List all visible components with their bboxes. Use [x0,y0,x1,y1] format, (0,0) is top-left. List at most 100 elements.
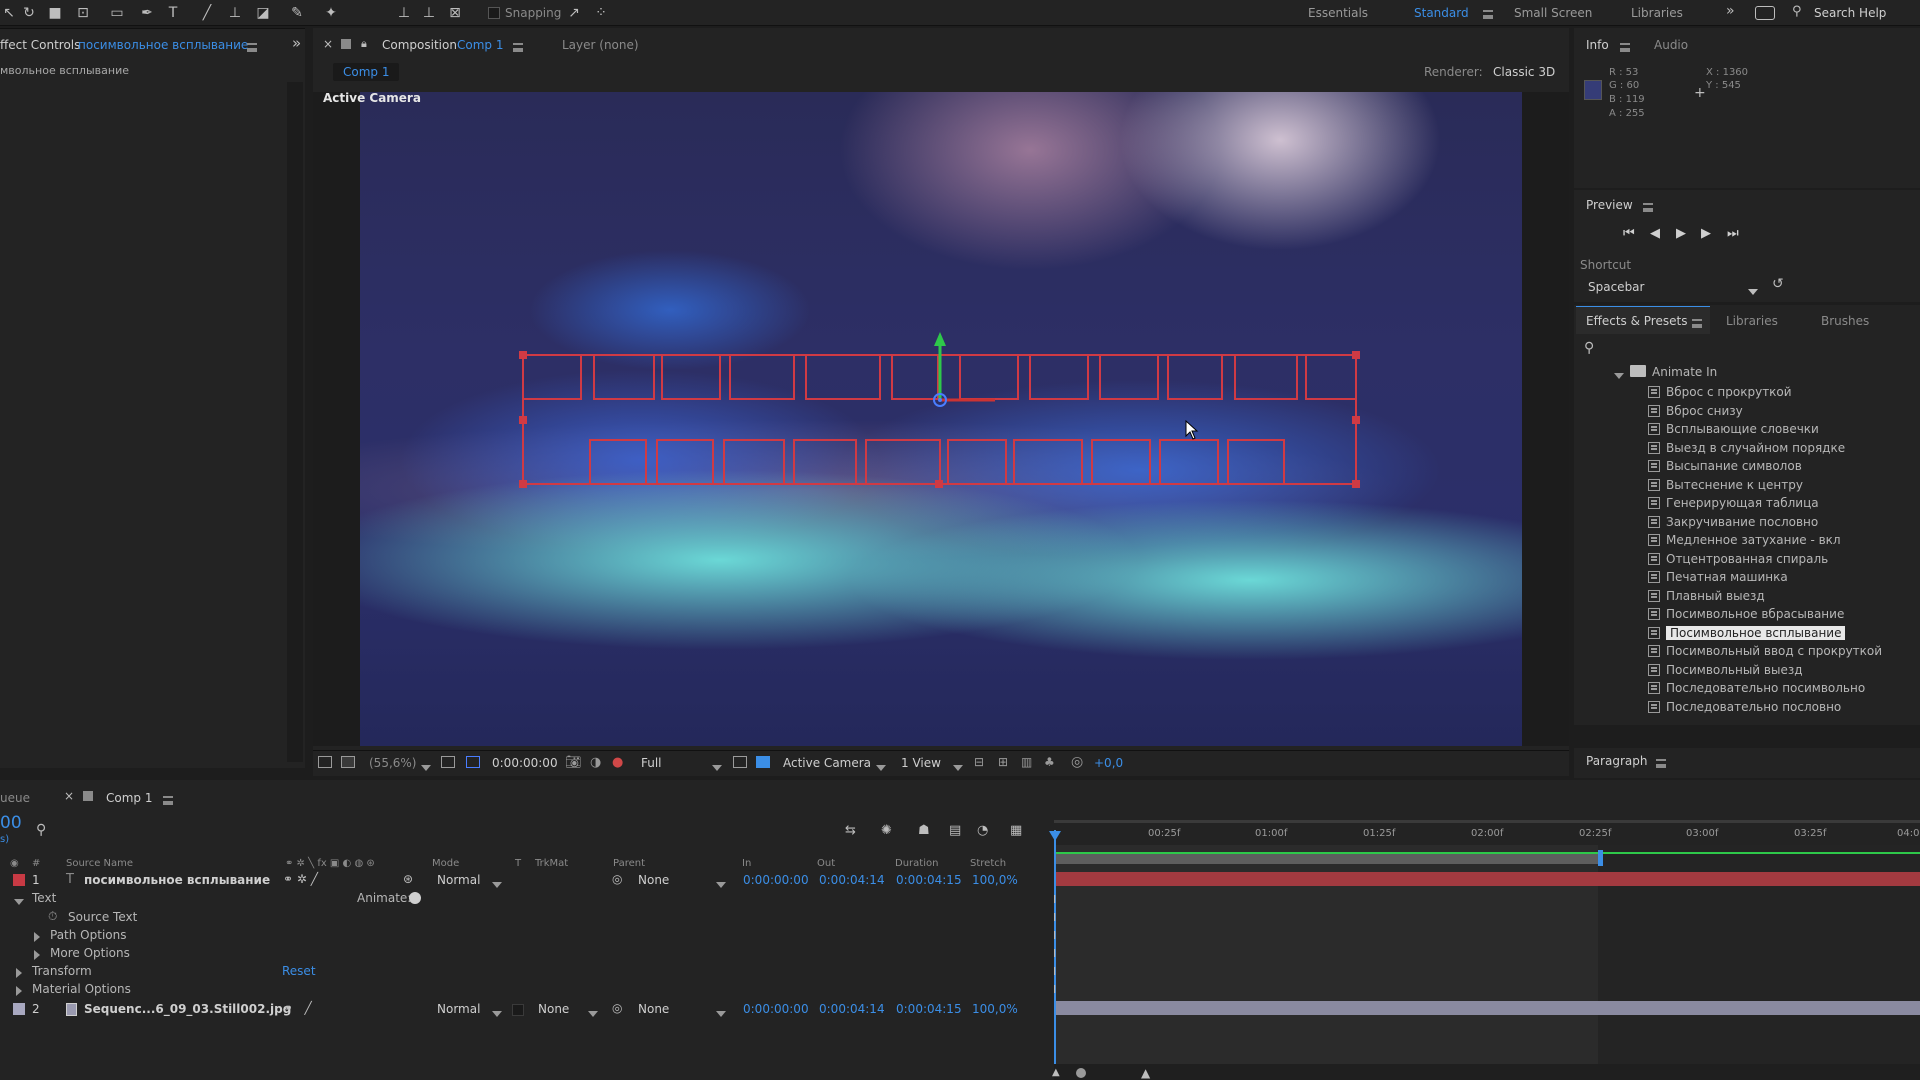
camera-view-dropdown[interactable]: Active Camera [783,756,871,770]
layer-1-parent-pickwhip-icon[interactable]: ◎ [612,872,622,886]
lock-icon[interactable]: 🔒︎ [361,37,367,51]
close-timeline-tab-icon[interactable]: × [64,789,74,803]
path-options-expand-icon[interactable] [34,931,40,945]
layer-2-preserve-transparency[interactable] [512,1004,524,1016]
search-icon[interactable]: ⚲ [1792,4,1802,19]
timeline-icon[interactable]: ▥ [1021,755,1032,769]
layer-2-duration-bar[interactable] [1056,1001,1920,1015]
view-layout-chevron-down-icon[interactable] [953,760,963,774]
workspace-small-screen[interactable]: Small Screen [1514,6,1592,20]
layer-2-trkmat-dropdown[interactable]: None [538,1002,569,1016]
effect-preset-item[interactable]: Генерирующая таблица [1648,495,1819,511]
snapping-checkbox[interactable] [488,7,500,19]
hide-shy-layers-icon[interactable]: ☗ [918,823,930,838]
more-workspaces-icon[interactable]: » [1726,3,1735,19]
transform-reset-link[interactable]: Reset [282,964,316,978]
layer-2-trkmat-chevron-icon[interactable] [588,1006,598,1020]
brushes-tab[interactable]: Brushes [1821,314,1869,328]
color-channels-icon[interactable]: ● [612,755,623,770]
layer-1-parent-chevron-icon[interactable] [716,877,726,891]
sync-settings-icon[interactable] [1755,6,1775,20]
layer-1-duration[interactable]: 0:00:04:15 [896,873,962,887]
roto-brush-tool-icon[interactable]: ✎ [288,4,306,22]
layer-2-parent-chevron-icon[interactable] [716,1006,726,1020]
layer-1-mode-dropdown[interactable]: Normal [437,873,480,887]
effect-preset-item[interactable]: Последовательно пословно [1648,699,1841,715]
show-snapshot-icon[interactable]: ◑ [590,755,601,770]
effect-preset-item[interactable]: Посимвольный ввод с прокруткой [1648,643,1882,659]
search-help-field[interactable]: Search Help [1814,6,1886,20]
local-axis-icon[interactable]: ⊥ [395,4,413,22]
layer-2-out[interactable]: 0:00:04:14 [819,1002,885,1016]
layer-2-switches-icon[interactable]: ⚭ ╱ [283,1001,312,1015]
snapshot-camera-icon[interactable]: 📷︎ [565,755,582,770]
timeline-menu-icon[interactable] [163,794,173,808]
search-effects-icon[interactable]: ⚲ [1584,340,1594,356]
effect-controls-tab[interactable]: ffect Controls [0,38,80,52]
effect-preset-item[interactable]: Вброс снизу [1648,403,1743,419]
composition-tab-label[interactable]: Composition [382,38,457,52]
effect-controls-scrollbar[interactable] [287,82,303,762]
workspace-essentials[interactable]: Essentials [1308,6,1368,20]
libraries-tab[interactable]: Libraries [1726,314,1778,328]
effects-presets-tab[interactable]: Effects & Presets [1586,314,1687,328]
layer-1-out[interactable]: 0:00:04:14 [819,873,885,887]
toggle-3d-view-icon[interactable] [756,756,770,768]
effect-preset-item[interactable]: Посимвольное всплывание [1648,625,1846,641]
stopwatch-icon[interactable]: ⏱ [48,909,57,924]
timeline-zoom-slider[interactable] [1076,1068,1086,1078]
toggle-pixel-aspect-icon[interactable]: ⊟ [974,755,984,769]
reset-exposure-icon[interactable]: ◎ [1071,754,1083,770]
layer-1-3d-icon[interactable]: ⊛ [403,872,413,886]
zoom-in-icon[interactable]: ▲ [1141,1066,1150,1080]
rectangle-tool-icon[interactable]: ▭ [108,4,126,22]
layer-tab[interactable]: Layer (none) [562,38,639,52]
effect-preset-item[interactable]: Закручивание пословно [1648,514,1818,530]
workspace-standard[interactable]: Standard [1414,6,1469,20]
layer-1-label-color[interactable] [13,874,25,886]
rotate-tool-icon[interactable]: ↻ [20,4,38,22]
camera-tool-icon[interactable]: ■ [46,4,64,22]
last-frame-icon[interactable]: ⏭ [1727,226,1739,241]
effect-preset-item[interactable]: Медленное затухание - вкл [1648,532,1841,548]
material-options-property[interactable]: Material Options [32,982,131,996]
more-options-expand-icon[interactable] [34,949,40,963]
snap-edges-icon[interactable]: ↗ [565,4,583,22]
close-tab-icon[interactable]: × [323,37,333,51]
first-frame-icon[interactable]: ⏮ [1623,226,1635,241]
layer-2-mode-dropdown[interactable]: Normal [437,1002,480,1016]
play-icon[interactable]: ▶ [1676,226,1686,241]
fast-previews-icon[interactable]: ⊞ [998,755,1008,769]
camera-chevron-down-icon[interactable] [876,760,886,774]
clone-stamp-tool-icon[interactable]: ⊥ [226,4,244,22]
layer-1-stretch[interactable]: 100,0% [972,873,1018,887]
workspace-menu-icon[interactable] [1483,8,1493,22]
audio-tab[interactable]: Audio [1654,38,1688,52]
always-preview-icon[interactable] [318,756,332,768]
motion-blur-icon[interactable]: ◔ [977,823,988,838]
layer-2-mode-chevron-icon[interactable] [492,1006,502,1020]
selection-tool-icon[interactable]: ↖ [0,4,18,22]
expand-panels-icon[interactable]: » [292,34,301,52]
panel-menu-icon[interactable] [247,41,257,55]
shortcut-chevron-down-icon[interactable] [1748,284,1758,298]
layer-1-name[interactable]: посимвольное всплывание [84,873,270,887]
toggle-transparency-grid-icon[interactable] [466,756,480,768]
transform-property-group[interactable]: Transform [32,964,92,978]
resolution-chevron-down-icon[interactable] [712,760,722,774]
world-axis-icon[interactable]: ⊥ [420,4,438,22]
reset-shortcut-icon[interactable]: ↺ [1772,276,1784,292]
preview-menu-icon[interactable] [1643,201,1653,215]
pan-behind-tool-icon[interactable]: ⊡ [74,4,92,22]
comp-panel-menu-icon[interactable] [513,41,523,55]
effects-menu-icon[interactable] [1692,317,1702,331]
paragraph-menu-icon[interactable] [1656,757,1666,771]
graph-editor-icon[interactable]: ▦ [1010,823,1022,838]
frame-blending-icon[interactable]: ▤ [949,823,961,838]
fit-frame-icon[interactable] [441,756,455,768]
current-time-display[interactable]: 0:00:00:00 [492,756,558,770]
layer-1-duration-bar[interactable] [1056,872,1920,886]
folder-expand-chevron-icon[interactable] [1614,368,1624,382]
workspace-libraries[interactable]: Libraries [1631,6,1683,20]
work-area-end-handle[interactable] [1598,850,1603,866]
